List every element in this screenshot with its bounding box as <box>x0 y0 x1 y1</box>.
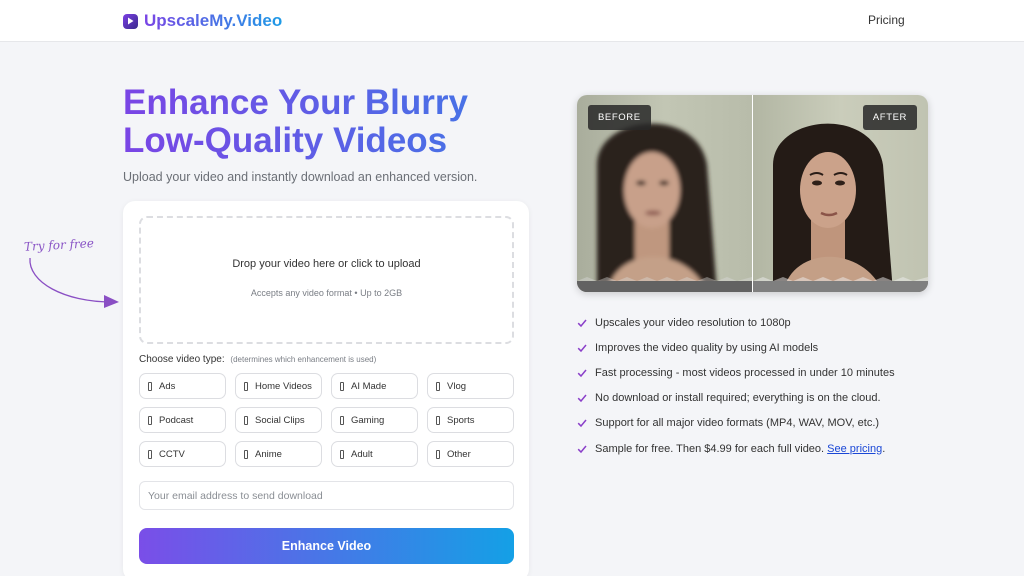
nav-pricing-link[interactable]: Pricing <box>868 13 905 27</box>
option-label: Adult <box>351 448 373 460</box>
checkbox-icon <box>148 381 152 391</box>
feature-text: Upscales your video resolution to 1080p <box>595 316 791 329</box>
feature-item: Fast processing - most videos processed … <box>577 360 895 385</box>
video-type-ads[interactable]: Ads <box>139 373 226 399</box>
checkbox-icon <box>436 415 440 425</box>
page-subtitle: Upload your video and instantly download… <box>123 170 478 184</box>
title-line-2: Low-Quality Videos <box>123 121 448 160</box>
pricing-suffix: . <box>882 442 886 455</box>
checkbox-icon <box>244 381 248 391</box>
before-badge: BEFORE <box>588 105 651 130</box>
logo-text: UpscaleMy.Video <box>144 11 283 30</box>
logo-link[interactable]: UpscaleMy.Video <box>123 11 282 31</box>
feature-item: Upscales your video resolution to 1080p <box>577 310 895 335</box>
checkbox-icon <box>244 449 248 459</box>
feature-text: Support for all major video formats (MP4… <box>595 417 880 430</box>
video-type-gaming[interactable]: Gaming <box>331 407 418 433</box>
play-icon <box>123 13 138 29</box>
checkbox-icon <box>340 415 344 425</box>
checkbox-icon <box>436 381 440 391</box>
video-type-other[interactable]: Other <box>427 441 514 467</box>
video-type-anime[interactable]: Anime <box>235 441 322 467</box>
video-type-ai-made[interactable]: AI Made <box>331 373 418 399</box>
video-type-label: Choose video type: (determines which enh… <box>139 354 376 365</box>
video-type-adult[interactable]: Adult <box>331 441 418 467</box>
video-type-hint: (determines which enhancement is used) <box>230 355 377 364</box>
checkbox-icon <box>340 381 344 391</box>
option-label: AI Made <box>351 380 387 392</box>
option-label: Sports <box>447 414 475 426</box>
checkbox-icon <box>148 449 152 459</box>
dropzone-title: Drop your video here or click to upload <box>232 258 421 270</box>
video-dropzone[interactable]: Drop your video here or click to upload … <box>139 216 514 344</box>
before-after-comparison: BEFORE AFTER <box>577 95 928 292</box>
feature-item-pricing: Sample for free. Then $4.99 for each ful… <box>577 436 895 461</box>
feature-item: Support for all major video formats (MP4… <box>577 411 895 436</box>
checkbox-icon <box>436 449 440 459</box>
feature-text: Improves the video quality by using AI m… <box>595 341 819 354</box>
dropzone-subtitle: Accepts any video format • Up to 2GB <box>250 288 403 298</box>
checkbox-icon <box>340 449 344 459</box>
video-type-podcast[interactable]: Podcast <box>139 407 226 433</box>
upload-card: Drop your video here or click to upload … <box>123 201 529 576</box>
option-label: Ads <box>159 380 176 392</box>
video-type-options: Ads Home Videos AI Made Vlog Podcast Soc… <box>139 373 514 467</box>
option-label: Vlog <box>447 380 467 392</box>
option-label: Home Videos <box>255 380 312 392</box>
video-type-sports[interactable]: Sports <box>427 407 514 433</box>
email-field[interactable] <box>139 481 514 510</box>
check-icon <box>577 445 587 453</box>
option-label: Gaming <box>351 414 385 426</box>
top-navbar: UpscaleMy.Video Pricing <box>0 0 1024 42</box>
feature-text: Sample for free. Then $4.99 for each ful… <box>595 443 885 455</box>
check-icon <box>577 319 587 327</box>
page-title: Enhance Your Blurry Low-Quality Videos <box>123 84 543 160</box>
enhance-video-button[interactable]: Enhance Video <box>139 528 514 564</box>
feature-text: Fast processing - most videos processed … <box>595 366 895 379</box>
see-pricing-link[interactable]: See pricing <box>827 443 882 455</box>
feature-item: No download or install required; everyth… <box>577 386 895 411</box>
curved-arrow-icon <box>29 257 119 308</box>
feature-item: Improves the video quality by using AI m… <box>577 335 895 360</box>
check-icon <box>577 369 587 378</box>
check-icon <box>577 344 587 352</box>
option-label: Anime <box>255 448 282 460</box>
checkbox-icon <box>148 415 152 425</box>
check-icon <box>577 419 587 428</box>
video-type-home-videos[interactable]: Home Videos <box>235 373 322 399</box>
option-label: Podcast <box>159 414 194 426</box>
video-type-label-text: Choose video type: <box>139 354 225 365</box>
option-label: Social Clips <box>255 414 305 426</box>
checkbox-icon <box>244 415 248 425</box>
check-icon <box>577 394 587 403</box>
feature-list: Upscales your video resolution to 1080p … <box>577 310 895 461</box>
option-label: Other <box>447 448 471 460</box>
title-line-1: Enhance Your Blurry <box>123 83 468 122</box>
video-type-social-clips[interactable]: Social Clips <box>235 407 322 433</box>
option-label: CCTV <box>159 448 185 460</box>
after-badge: AFTER <box>862 105 917 130</box>
video-type-vlog[interactable]: Vlog <box>427 373 514 399</box>
feature-text: No download or install required; everyth… <box>595 392 881 405</box>
video-type-cctv[interactable]: CCTV <box>139 441 226 467</box>
pricing-text: Sample for free. Then $4.99 for each ful… <box>595 442 828 455</box>
